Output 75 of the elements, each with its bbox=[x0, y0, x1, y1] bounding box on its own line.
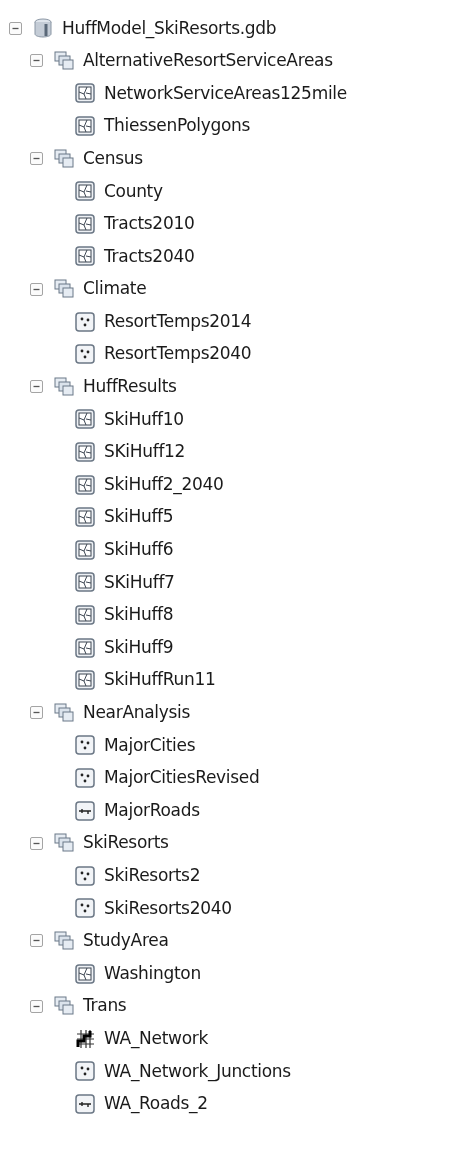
tree-item[interactable]: Climate bbox=[83, 276, 147, 302]
collapse-icon[interactable] bbox=[29, 933, 44, 949]
point-icon bbox=[74, 1060, 96, 1083]
polygon-icon bbox=[74, 538, 96, 561]
tree-item[interactable]: WA_Network bbox=[104, 1025, 208, 1052]
dataset-icon bbox=[53, 278, 75, 301]
polygon-icon bbox=[74, 571, 96, 594]
tree-item[interactable]: SkiHuff9 bbox=[104, 634, 174, 661]
collapse-icon[interactable] bbox=[29, 835, 44, 851]
tree-item[interactable]: MajorRoads bbox=[104, 797, 200, 824]
polygon-icon bbox=[74, 212, 96, 235]
tree-item[interactable]: SkiHuff5 bbox=[104, 504, 174, 530]
tree-item[interactable]: HuffResults bbox=[83, 374, 177, 400]
point-icon bbox=[74, 734, 96, 757]
tree-item[interactable]: WA_Network_Junctions bbox=[104, 1058, 291, 1085]
tree-item[interactable]: MajorCities bbox=[104, 732, 196, 759]
tree-item[interactable]: SkiHuff2_2040 bbox=[104, 471, 224, 498]
tree-item[interactable]: ThiessenPolygons bbox=[104, 113, 251, 139]
polygon-icon bbox=[74, 636, 96, 659]
tree-item[interactable]: HuffModel_SkiResorts.gdb bbox=[62, 15, 277, 42]
collapse-icon[interactable] bbox=[29, 379, 44, 395]
point-icon bbox=[74, 766, 96, 789]
tree-item[interactable]: SkiResorts bbox=[83, 830, 169, 856]
polygon-icon bbox=[74, 408, 96, 431]
point-icon bbox=[74, 343, 96, 366]
tree-item[interactable]: Tracts2010 bbox=[104, 211, 195, 237]
tree-item[interactable]: AlternativeResortServiceAreas bbox=[83, 48, 333, 74]
collapse-icon[interactable] bbox=[8, 20, 23, 36]
tree-item[interactable]: NearAnalysis bbox=[83, 700, 191, 726]
polygon-icon bbox=[74, 82, 96, 105]
tree-item[interactable]: SkiHuff6 bbox=[104, 537, 174, 563]
database-icon bbox=[32, 17, 54, 40]
polygon-icon bbox=[74, 506, 96, 529]
polygon-icon bbox=[74, 441, 96, 463]
dataset-icon bbox=[53, 375, 75, 398]
polygon-icon bbox=[74, 473, 96, 496]
tree-item[interactable]: SKiHuff12 bbox=[104, 439, 186, 465]
collapse-icon[interactable] bbox=[29, 705, 44, 721]
dataset-icon bbox=[53, 49, 75, 72]
collapse-icon[interactable] bbox=[29, 998, 44, 1014]
tree-item[interactable]: SkiResorts2040 bbox=[104, 895, 232, 922]
tree-item[interactable]: Washington bbox=[104, 960, 201, 987]
tree-item[interactable]: MajorCitiesRevised bbox=[104, 765, 260, 791]
tree-item[interactable]: Trans bbox=[83, 993, 127, 1019]
polygon-icon bbox=[74, 604, 96, 626]
tree-item[interactable]: ResortTemps2014 bbox=[104, 308, 252, 335]
dataset-icon bbox=[53, 701, 75, 724]
tree-item[interactable]: SkiHuffRun11 bbox=[104, 667, 216, 693]
polygon-icon bbox=[74, 962, 96, 985]
polygon-icon bbox=[74, 245, 96, 268]
polygon-icon bbox=[74, 669, 96, 692]
tree-item[interactable]: NetworkServiceAreas125mile bbox=[104, 80, 347, 107]
collapse-icon[interactable] bbox=[29, 53, 44, 69]
point-icon bbox=[74, 310, 96, 333]
tree-item[interactable]: SkiHuff8 bbox=[104, 602, 174, 628]
tree-item[interactable]: WA_Roads_2 bbox=[104, 1091, 208, 1117]
network-icon bbox=[74, 1027, 96, 1050]
dataset-icon bbox=[53, 147, 75, 170]
dataset-icon bbox=[53, 995, 75, 1018]
polygon-icon bbox=[74, 180, 96, 203]
tree-item[interactable]: StudyArea bbox=[83, 928, 169, 954]
tree-item[interactable]: Census bbox=[83, 145, 143, 172]
polygon-icon bbox=[74, 115, 96, 138]
tree-item[interactable]: SKiHuff7 bbox=[104, 569, 175, 596]
tree-item[interactable]: County bbox=[104, 178, 163, 204]
point-icon bbox=[74, 897, 96, 920]
tree-item[interactable]: Tracts2040 bbox=[104, 243, 195, 270]
collapse-icon[interactable] bbox=[29, 151, 44, 167]
tree-item[interactable]: ResortTemps2040 bbox=[104, 341, 252, 367]
tree-item[interactable]: SkiHuff10 bbox=[104, 406, 184, 433]
tree-item[interactable]: SkiResorts2 bbox=[104, 863, 201, 889]
dataset-icon bbox=[53, 832, 75, 855]
point-icon bbox=[74, 864, 96, 887]
dataset-icon bbox=[53, 929, 75, 952]
collapse-icon[interactable] bbox=[29, 281, 44, 297]
